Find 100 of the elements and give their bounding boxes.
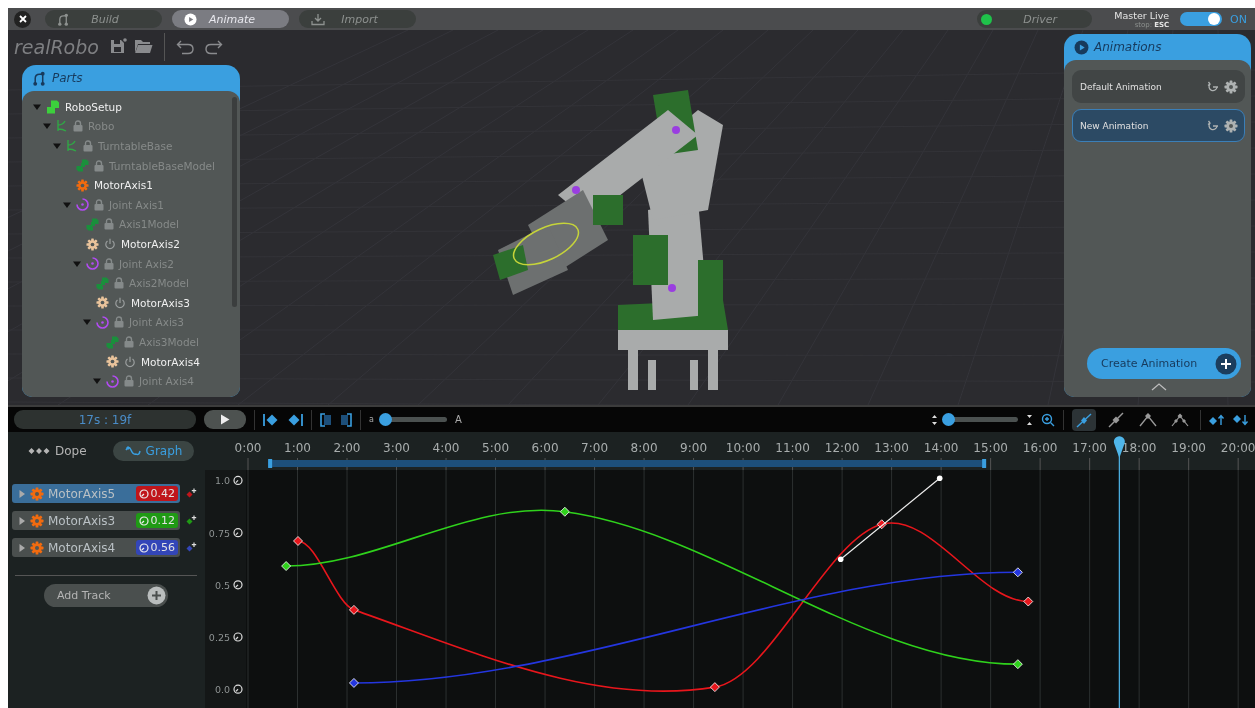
- animation-name: New Animation: [1080, 120, 1150, 131]
- range-end-handle[interactable]: [982, 459, 987, 468]
- keyframe-marker[interactable]: [876, 519, 887, 530]
- mode-tab[interactable]: Build: [45, 10, 162, 28]
- tree-item[interactable]: RoboSetup: [65, 100, 122, 113]
- tree-item[interactable]: MotorAxis1: [94, 179, 153, 192]
- time-label: 6:00: [531, 441, 559, 455]
- play-icon: [220, 414, 230, 425]
- range-start-icon: [320, 412, 332, 427]
- play-icon: [184, 12, 197, 26]
- mode-tab[interactable]: Animate: [172, 10, 289, 28]
- chevron-up-icon[interactable]: [1150, 383, 1167, 391]
- keyframe-marker[interactable]: [349, 678, 359, 688]
- time-label: 16:00: [1022, 441, 1058, 455]
- power-icon: [124, 355, 136, 368]
- range-end-icon: [340, 412, 352, 427]
- animation-item[interactable]: New Animation: [1072, 109, 1245, 142]
- keyframe-marker[interactable]: [1012, 567, 1023, 578]
- tangent-handle[interactable]: [837, 475, 943, 563]
- gear-icon: [76, 178, 89, 192]
- keyframe-marker[interactable]: [293, 536, 303, 546]
- lock-icon: [114, 316, 124, 329]
- time-label: 12:00: [824, 441, 860, 455]
- gear-icon: [1224, 118, 1238, 133]
- time-label: 4:00: [432, 441, 460, 455]
- dial-icon: [233, 475, 243, 486]
- driver-field[interactable]: Driver: [977, 10, 1093, 28]
- caret-icon: [18, 516, 26, 525]
- lock-icon: [104, 218, 114, 231]
- track-name: MotorAxis4: [48, 540, 117, 555]
- curve-icon: [124, 444, 141, 458]
- lock-icon: [114, 277, 124, 290]
- scrollbar[interactable]: [232, 97, 237, 308]
- keyframe-marker[interactable]: [1012, 659, 1023, 670]
- animation-item[interactable]: Default Animation: [1072, 70, 1245, 103]
- keyframe-marker[interactable]: [281, 561, 291, 571]
- dial-icon: [233, 632, 243, 642]
- dial-icon: [138, 515, 149, 526]
- value-label: 0.0: [214, 684, 230, 696]
- time-label: 0:00: [234, 441, 262, 455]
- gear-icon: [86, 237, 99, 251]
- lock-icon: [83, 140, 93, 153]
- track-row[interactable]: MotorAxis3 0.12: [12, 511, 180, 530]
- track-row[interactable]: MotorAxis5 0.42: [12, 484, 180, 503]
- keyframe-marker[interactable]: [1023, 596, 1034, 607]
- value-label: 0.75: [208, 527, 230, 539]
- undo-icon[interactable]: [175, 38, 196, 55]
- add-track-button[interactable]: Add Track: [44, 584, 168, 607]
- time-label: 18:00: [1121, 441, 1157, 455]
- create-animation-button[interactable]: Create Animation: [1087, 348, 1241, 379]
- keyframe-marker[interactable]: [709, 682, 720, 692]
- view-tab[interactable]: Dope: [28, 441, 87, 461]
- value-label: 0.5: [214, 579, 230, 591]
- mode-tab[interactable]: Import: [299, 10, 416, 28]
- dial-icon: [233, 580, 243, 590]
- folder-icon[interactable]: [133, 39, 153, 55]
- gear-icon: [106, 355, 119, 369]
- time-label: 13:00: [874, 441, 909, 455]
- cubes-icon: [106, 335, 119, 349]
- value-badge: 0.12: [135, 513, 178, 528]
- range-start-handle[interactable]: [268, 459, 273, 468]
- previous-key-icon: [263, 413, 279, 426]
- caret-icon: [93, 377, 101, 386]
- value-label: 0.25: [208, 632, 230, 643]
- lock-icon: [94, 159, 104, 172]
- time-label: 11:00: [775, 441, 810, 455]
- diamonds-icon: [28, 447, 50, 455]
- dial-icon: [233, 528, 243, 538]
- tree-item[interactable]: MotorAxis3: [131, 296, 190, 309]
- toggle-state: ON: [1230, 12, 1247, 26]
- value-badge: 0.42: [135, 486, 178, 501]
- gear-icon: [30, 513, 44, 528]
- view-tab[interactable]: Graph: [112, 441, 195, 461]
- playhead[interactable]: [1113, 436, 1125, 708]
- live-toggle[interactable]: [1180, 12, 1223, 26]
- dial-icon: [233, 684, 243, 694]
- save-icon[interactable]: [109, 38, 127, 56]
- caret-icon: [33, 102, 41, 111]
- track-name: MotorAxis5: [48, 486, 117, 501]
- lock-icon: [124, 375, 134, 388]
- time-field[interactable]: 17s : 19f: [14, 410, 196, 429]
- key-up-icon: [1209, 413, 1225, 426]
- redo-icon[interactable]: [202, 38, 223, 55]
- track-row[interactable]: MotorAxis4 0.56: [12, 538, 180, 557]
- tree-item[interactable]: MotorAxis2: [121, 238, 180, 251]
- cubes-icon: [96, 276, 109, 290]
- time-label: 14:00: [923, 441, 959, 455]
- slider-max-label: A: [454, 414, 462, 425]
- tangent-mode-button[interactable]: [1072, 408, 1096, 431]
- joint-icon: [96, 315, 109, 329]
- time-label: 19:00: [1171, 441, 1206, 455]
- time-label: 9:00: [680, 441, 708, 455]
- close-button[interactable]: [14, 10, 31, 28]
- tree-item[interactable]: MotorAxis4: [141, 355, 200, 368]
- plus-icon: [1215, 352, 1237, 375]
- keyframe-marker[interactable]: [349, 605, 359, 615]
- time-label: 17:00: [1072, 441, 1107, 455]
- animation-name: Default Animation: [1080, 81, 1163, 92]
- keyframe-marker[interactable]: [559, 506, 570, 517]
- play-button[interactable]: [204, 410, 246, 429]
